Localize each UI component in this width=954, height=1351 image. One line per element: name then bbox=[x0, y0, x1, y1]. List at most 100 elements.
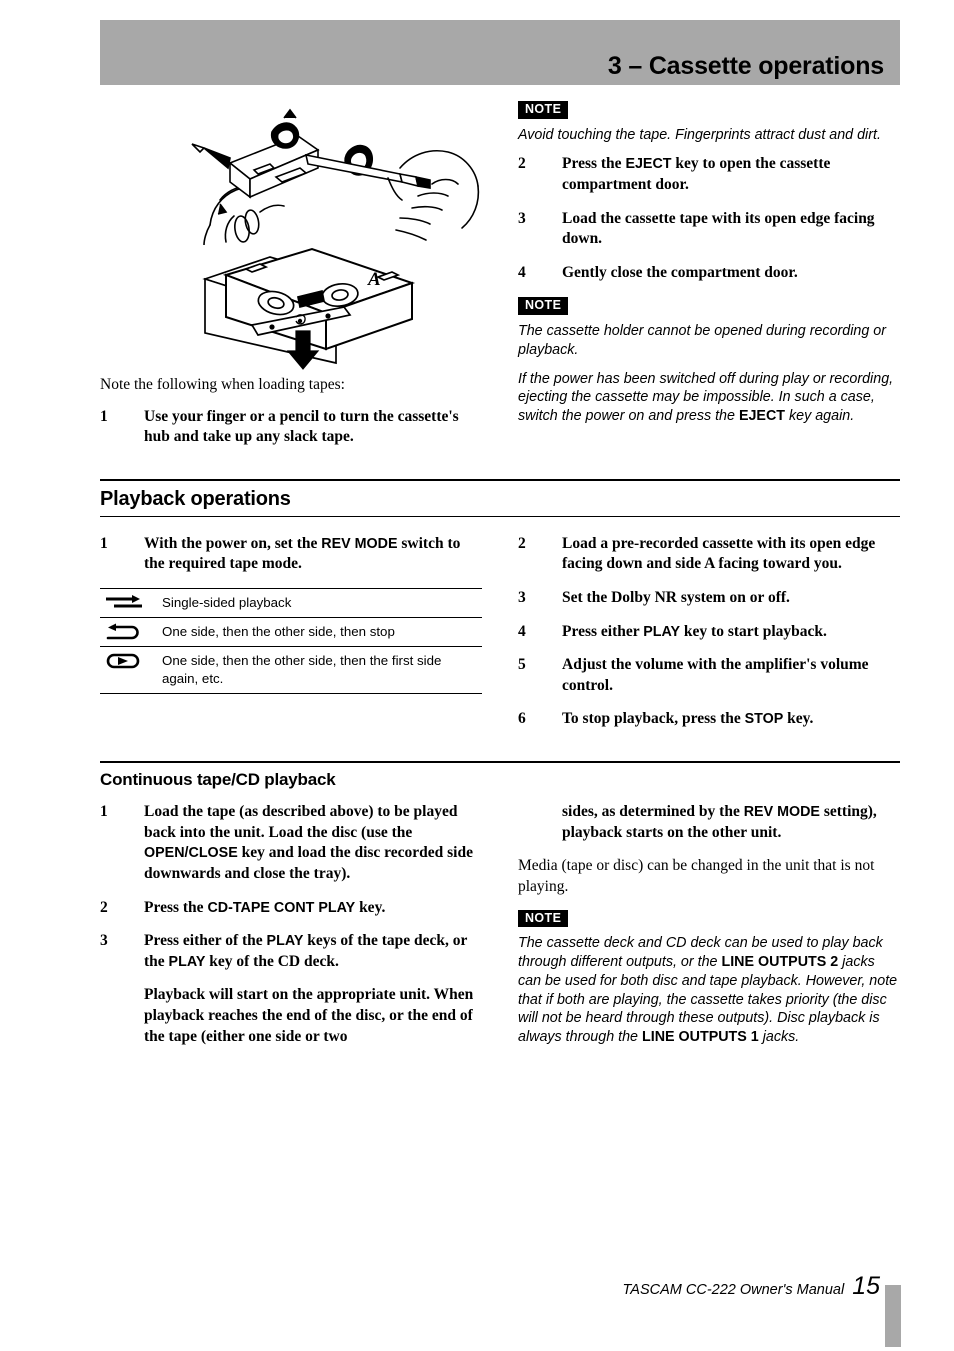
key-name: STOP bbox=[744, 711, 784, 728]
step-text: To stop playback, press the STOP key. bbox=[562, 710, 814, 728]
note-tag: NOTE bbox=[518, 101, 569, 119]
note-text: If the power has been switched off durin… bbox=[518, 370, 894, 425]
step-number: 5 bbox=[518, 656, 526, 674]
page-body: A Note the following when loading tapes:… bbox=[100, 100, 900, 1060]
step-number: 2 bbox=[518, 155, 526, 173]
step-item: 1 Use your finger or a pencil to turn th… bbox=[100, 407, 482, 448]
step-number: 4 bbox=[518, 622, 526, 640]
key-name: PLAY bbox=[168, 953, 206, 970]
footer-manual-name: TASCAM CC-222 Owner's Manual bbox=[622, 1282, 845, 1298]
key-name: REV MODE bbox=[743, 804, 820, 821]
playback-left-column: 1 With the power on, set the REV MODE sw… bbox=[100, 534, 482, 743]
step-text: Press either of the PLAY keys of the tap… bbox=[144, 932, 468, 970]
step-number: 3 bbox=[518, 589, 526, 607]
note-tag: NOTE bbox=[518, 909, 569, 928]
step-text: Use your finger or a pencil to turn the … bbox=[144, 407, 459, 446]
footer-page-number: 15 bbox=[852, 1272, 880, 1300]
key-name: LINE OUTPUTS 2 bbox=[721, 953, 839, 970]
section-continuous-playback: Continuous tape/CD playback bbox=[100, 761, 900, 790]
table-row: Single-sided playback bbox=[100, 588, 482, 618]
key-name: OPEN/CLOSE bbox=[144, 845, 238, 862]
step-number: 1 bbox=[100, 407, 108, 425]
top-left-column: A Note the following when loading tapes:… bbox=[100, 100, 482, 461]
key-name: EJECT bbox=[625, 156, 672, 173]
step-number: 1 bbox=[100, 803, 108, 821]
step-item: 2 Press the EJECT key to open the casset… bbox=[518, 154, 900, 195]
step-item: 1 Load the tape (as described above) to … bbox=[100, 802, 482, 884]
step-number: 2 bbox=[100, 898, 108, 916]
step-item: 5 Adjust the volume with the amplifier's… bbox=[518, 655, 900, 696]
page-footer: TASCAM CC-222 Owner's Manual 15 bbox=[100, 1272, 900, 1301]
continuous-left-column: 1 Load the tape (as described above) to … bbox=[100, 802, 482, 1060]
one-side-then-other-then-stop-icon bbox=[100, 617, 154, 646]
table-cell-description: Single-sided playback bbox=[162, 595, 292, 611]
step-item: 2 Load a pre-recorded cassette with its … bbox=[518, 534, 900, 575]
step-continuation: sides, as determined by the REV MODE set… bbox=[518, 802, 900, 843]
step-number: 3 bbox=[100, 932, 108, 950]
note-text: The cassette holder cannot be opened dur… bbox=[518, 322, 886, 358]
section-heading: Playback operations bbox=[100, 487, 291, 510]
step-text: Load a pre-recorded cassette with its op… bbox=[562, 534, 876, 573]
media-change-paragraph: Media (tape or disc) can be changed in t… bbox=[518, 857, 875, 895]
table-cell-description: One side, then the other side, then stop bbox=[162, 623, 395, 639]
step-number: 4 bbox=[518, 263, 526, 281]
note-tag: NOTE bbox=[518, 297, 569, 315]
playback-right-column: 2 Load a pre-recorded cassette with its … bbox=[518, 534, 900, 743]
step-text: Playback will start on the appropriate u… bbox=[144, 986, 474, 1045]
cassette-orientation-illustration: A bbox=[100, 245, 482, 375]
continuous-right-column: sides, as determined by the REV MODE set… bbox=[518, 802, 900, 1060]
key-name: CD-TAPE CONT PLAY bbox=[207, 899, 356, 916]
playback-two-column-area: 1 With the power on, set the REV MODE sw… bbox=[100, 534, 900, 743]
step-item: 1 With the power on, set the REV MODE sw… bbox=[100, 534, 482, 575]
step-item: 3 Set the Dolby NR system on or off. bbox=[518, 588, 900, 609]
step-number: 3 bbox=[518, 209, 526, 227]
continuous-loop-playback-icon bbox=[100, 646, 154, 693]
key-name: LINE OUTPUTS 1 bbox=[641, 1029, 759, 1046]
table-cell-description: One side, then the other side, then the … bbox=[162, 652, 442, 686]
step-item: 4 Gently close the compartment door. bbox=[518, 263, 900, 284]
step-text: Set the Dolby NR system on or off. bbox=[562, 589, 790, 607]
step-text: sides, as determined by the REV MODE set… bbox=[562, 803, 877, 841]
step-number: 1 bbox=[100, 534, 108, 552]
table-row: One side, then the other side, then the … bbox=[100, 646, 482, 694]
note-block-2: NOTE The cassette holder cannot be opene… bbox=[518, 296, 900, 426]
key-name: PLAY bbox=[266, 933, 304, 950]
page-header-band: 3 – Cassette operations bbox=[100, 20, 900, 85]
section-playback-operations: Playback operations bbox=[100, 478, 900, 517]
section-heading: Continuous tape/CD playback bbox=[100, 770, 336, 790]
top-right-column: NOTE Avoid touching the tape. Fingerprin… bbox=[518, 100, 900, 461]
step-continuation: Playback will start on the appropriate u… bbox=[100, 985, 482, 1047]
note-text: Avoid touching the tape. Fingerprints at… bbox=[518, 126, 881, 143]
rev-mode-table: Single-sided playback One side, then the… bbox=[100, 588, 482, 694]
step-number: 2 bbox=[518, 534, 526, 552]
footer-accent-bar bbox=[885, 1285, 901, 1347]
page-title: 3 – Cassette operations bbox=[607, 52, 884, 80]
step-text: Press either PLAY key to start playback. bbox=[562, 622, 827, 640]
note-text: The cassette deck and CD deck can be use… bbox=[518, 935, 898, 1046]
note-block-1: NOTE Avoid touching the tape. Fingerprin… bbox=[518, 100, 900, 144]
step-text: Adjust the volume with the amplifier's v… bbox=[562, 656, 869, 694]
key-name: PLAY bbox=[643, 623, 681, 640]
table-row: One side, then the other side, then stop bbox=[100, 617, 482, 646]
key-name: REV MODE bbox=[321, 535, 398, 552]
single-sided-playback-icon bbox=[100, 589, 154, 618]
note-block-3: NOTE The cassette deck and CD deck can b… bbox=[518, 909, 900, 1048]
step-item: 4 Press either PLAY key to start playbac… bbox=[518, 622, 900, 643]
step-text: Press the CD-TAPE CONT PLAY key. bbox=[144, 898, 386, 916]
step-item: 3 Load the cassette tape with its open e… bbox=[518, 209, 900, 250]
continuous-two-column-area: 1 Load the tape (as described above) to … bbox=[100, 802, 900, 1060]
step-text: Load the cassette tape with its open edg… bbox=[562, 209, 875, 248]
step-item: 3 Press either of the PLAY keys of the t… bbox=[100, 931, 482, 972]
top-two-column-area: A Note the following when loading tapes:… bbox=[100, 100, 900, 461]
step-text: Press the EJECT key to open the cassette… bbox=[562, 155, 831, 193]
cassette-side-a-label: A bbox=[367, 269, 381, 290]
step-item: 6 To stop playback, press the STOP key. bbox=[518, 709, 900, 730]
step-text: Gently close the compartment door. bbox=[562, 263, 798, 281]
step-text: With the power on, set the REV MODE swit… bbox=[144, 534, 461, 573]
step-text: Load the tape (as described above) to be… bbox=[144, 803, 473, 882]
step-number: 6 bbox=[518, 710, 526, 728]
key-name: EJECT bbox=[738, 408, 786, 425]
step-item: 2 Press the CD-TAPE CONT PLAY key. bbox=[100, 898, 482, 919]
hands-pencil-illustration bbox=[100, 100, 482, 245]
loading-tapes-intro: Note the following when loading tapes: bbox=[100, 376, 345, 393]
